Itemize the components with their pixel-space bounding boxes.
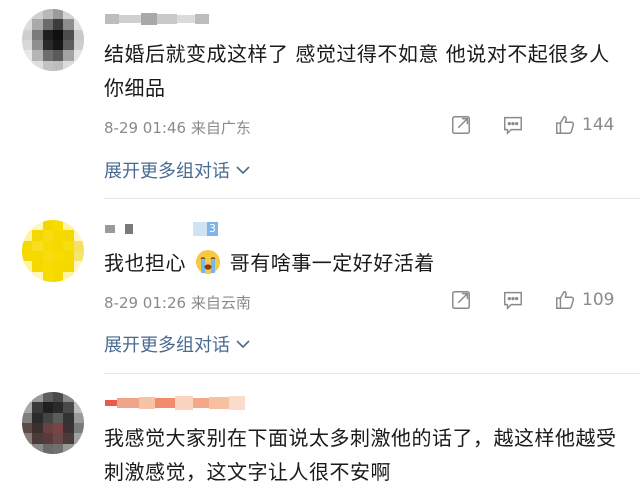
chevron-down-icon xyxy=(236,340,250,349)
thumbs-up-icon[interactable] xyxy=(554,289,576,311)
comment-location: 来自云南 xyxy=(190,294,251,312)
username-blurred[interactable]: 3 xyxy=(105,218,218,240)
comment-time: 8-29 01:26 xyxy=(104,294,187,312)
blurred-avatar-image xyxy=(22,9,84,71)
avatar[interactable] xyxy=(22,392,84,454)
comment-actions: 109 xyxy=(450,289,614,311)
like-count: 109 xyxy=(582,290,615,310)
comment-text: 我感觉大家别在下面说太多刺激他的话了，越这样他越受刺激感觉，这文字让人很不安啊 xyxy=(104,426,617,484)
comment-actions: 144 xyxy=(450,114,614,136)
blurred-avatar-image xyxy=(22,392,84,454)
like-count: 144 xyxy=(582,115,615,135)
comment-location: 来自广东 xyxy=(190,119,251,137)
comment-meta: 8-29 01:46 来自广东 xyxy=(104,117,251,138)
user-level-badge: 3 xyxy=(207,222,218,236)
comment-time: 8-29 01:46 xyxy=(104,119,187,137)
expand-label: 展开更多组对话 xyxy=(104,161,230,182)
comment-text: 我也担心 哥有啥事一定好好活着 xyxy=(104,250,435,275)
chevron-down-icon xyxy=(236,166,250,175)
expand-label: 展开更多组对话 xyxy=(104,335,230,356)
divider xyxy=(104,198,640,199)
expand-conversation-link[interactable]: 展开更多组对话 xyxy=(104,331,250,357)
username-blurred[interactable] xyxy=(105,8,209,30)
comment-icon[interactable] xyxy=(502,289,524,311)
avatar[interactable] xyxy=(22,9,84,71)
crying-emoji-icon xyxy=(195,250,220,274)
blurred-avatar-image xyxy=(22,220,84,282)
thumbs-up-icon[interactable] xyxy=(554,114,576,136)
avatar[interactable] xyxy=(22,220,84,282)
comment-icon[interactable] xyxy=(502,114,524,136)
share-icon[interactable] xyxy=(450,114,472,136)
expand-conversation-link[interactable]: 展开更多组对话 xyxy=(104,157,250,183)
share-icon[interactable] xyxy=(450,289,472,311)
divider xyxy=(104,373,640,374)
comment-text: 结婚后就变成这样了 感觉过得不如意 他说对不起很多人 你细品 xyxy=(104,42,610,100)
comment-meta: 8-29 01:26 来自云南 xyxy=(104,292,251,313)
username-blurred[interactable] xyxy=(105,392,245,414)
